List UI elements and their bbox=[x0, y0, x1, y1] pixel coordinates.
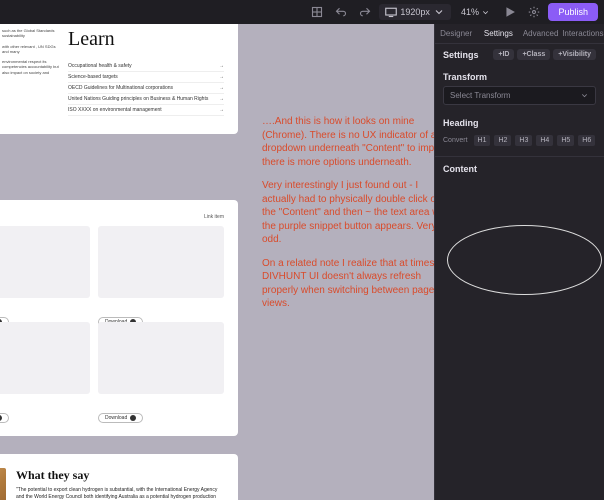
desktop-icon bbox=[385, 6, 397, 18]
testimonial-quote: "The potential to export clean hydrogen … bbox=[16, 487, 224, 500]
heading-title: Heading bbox=[435, 111, 604, 132]
learn-heading: Learn bbox=[68, 28, 224, 51]
zoom-value: 41% bbox=[461, 7, 479, 17]
add-visibility-pill[interactable]: +Visibility bbox=[553, 49, 596, 60]
download-icon bbox=[130, 415, 136, 421]
viewport-value: 1920px bbox=[400, 7, 430, 17]
content-title[interactable]: Content bbox=[435, 156, 604, 178]
list-item[interactable]: OECD Guidelines for Multinational corpor… bbox=[68, 83, 224, 94]
testimonial-photo bbox=[0, 468, 6, 500]
transform-title: Transform bbox=[435, 65, 604, 86]
h2-button[interactable]: H2 bbox=[494, 135, 511, 146]
layout-icon[interactable] bbox=[307, 3, 327, 21]
download-button[interactable]: Download bbox=[98, 413, 143, 423]
media-tile bbox=[98, 322, 224, 394]
media-tile bbox=[0, 226, 90, 298]
panel-tabs: Designer Settings Advanced Interactions bbox=[435, 24, 604, 44]
top-toolbar: 1920px 41% Publish bbox=[301, 0, 604, 24]
zoom-selector[interactable]: 41% bbox=[455, 5, 497, 19]
canvas-area[interactable]: such as the Global Standards sustainabil… bbox=[0, 24, 434, 500]
heading-convert-row: Convert H1 H2 H3 H4 H5 H6 bbox=[435, 132, 604, 152]
publish-button[interactable]: Publish bbox=[548, 3, 598, 21]
convert-label: Convert bbox=[443, 137, 468, 144]
list-item[interactable]: Occupational health & safety→ bbox=[68, 61, 224, 72]
h1-button[interactable]: H1 bbox=[474, 135, 491, 146]
settings-header: Settings +ID +Class +Visibility bbox=[435, 44, 604, 65]
chevron-down-icon bbox=[481, 8, 490, 17]
link-item-label: Link item bbox=[0, 214, 224, 220]
transform-placeholder: Select Transform bbox=[450, 91, 510, 100]
tab-interactions[interactable]: Interactions bbox=[562, 24, 604, 43]
download-button[interactable]: Download bbox=[0, 413, 9, 423]
undo-icon[interactable] bbox=[331, 3, 351, 21]
tab-settings[interactable]: Settings bbox=[477, 24, 519, 43]
testimonial-card: What they say "The potential to export c… bbox=[0, 454, 238, 500]
list-item[interactable]: Science-based targets→ bbox=[68, 72, 224, 83]
chevron-down-icon bbox=[433, 6, 445, 18]
list-item[interactable]: United Nations Guiding principles on Bus… bbox=[68, 94, 224, 105]
h5-button[interactable]: H5 bbox=[557, 135, 574, 146]
settings-title: Settings bbox=[443, 50, 479, 60]
viewport-selector[interactable]: 1920px bbox=[379, 4, 451, 20]
learn-card: such as the Global Standards sustainabil… bbox=[0, 24, 238, 134]
redo-icon[interactable] bbox=[355, 3, 375, 21]
list-item[interactable]: ISO XXXX on environmental management→ bbox=[68, 105, 224, 116]
h4-button[interactable]: H4 bbox=[536, 135, 553, 146]
download-icon bbox=[0, 415, 2, 421]
grid-card: Link item Download Download Download Dow… bbox=[0, 200, 238, 436]
play-icon[interactable] bbox=[500, 3, 520, 21]
tab-designer[interactable]: Designer bbox=[435, 24, 477, 43]
tab-advanced[interactable]: Advanced bbox=[520, 24, 562, 43]
testimonial-heading: What they say bbox=[16, 468, 224, 483]
chevron-down-icon bbox=[580, 91, 589, 100]
media-tile bbox=[98, 226, 224, 298]
add-id-pill[interactable]: +ID bbox=[493, 49, 514, 60]
h6-button[interactable]: H6 bbox=[578, 135, 595, 146]
gear-icon[interactable] bbox=[524, 3, 544, 21]
right-panel: Designer Settings Advanced Interactions … bbox=[434, 24, 604, 500]
transform-select[interactable]: Select Transform bbox=[443, 86, 596, 105]
h3-button[interactable]: H3 bbox=[515, 135, 532, 146]
media-tile bbox=[0, 322, 90, 394]
add-class-pill[interactable]: +Class bbox=[517, 49, 550, 60]
learn-sidetext: such as the Global Standards sustainabil… bbox=[2, 28, 62, 122]
